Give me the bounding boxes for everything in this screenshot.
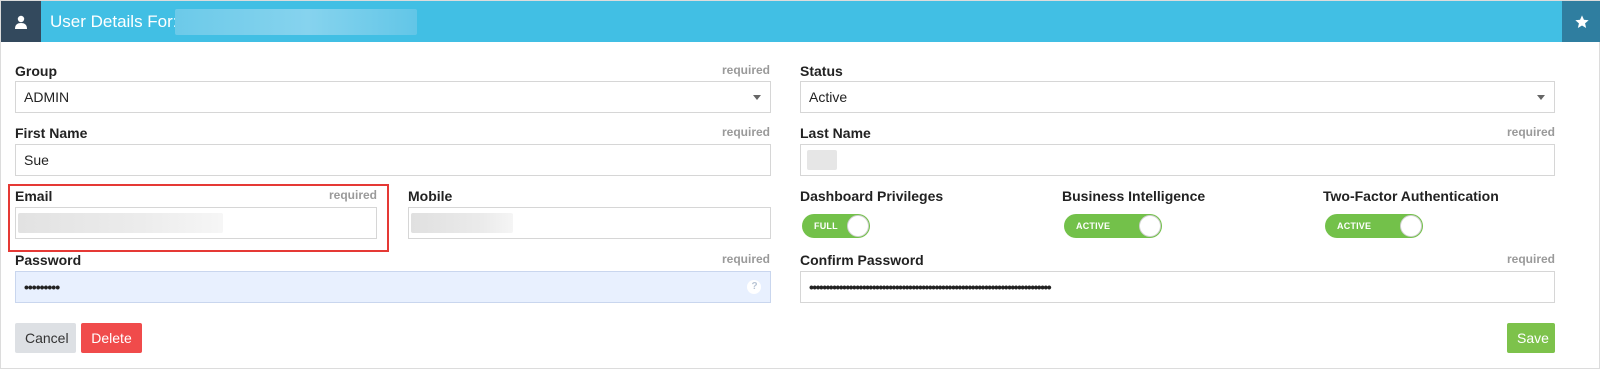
status-value: Active — [809, 89, 848, 105]
last-name-input[interactable] — [800, 144, 1555, 176]
confirm-password-required: required — [1506, 252, 1555, 266]
two-factor-label: Two-Factor Authentication — [1323, 188, 1499, 204]
cancel-button[interactable]: Cancel — [15, 323, 76, 353]
page-title: User Details For: — [50, 12, 178, 31]
chevron-down-icon — [1537, 95, 1545, 100]
delete-button[interactable]: Delete — [81, 323, 142, 353]
group-required: required — [721, 63, 770, 77]
mobile-input[interactable] — [408, 207, 771, 239]
redacted-last-name — [807, 150, 837, 170]
help-icon[interactable]: ? — [747, 280, 761, 294]
first-name-label: First Name — [15, 125, 88, 141]
business-intelligence-toggle[interactable]: ACTIVE — [1064, 214, 1162, 238]
save-button[interactable]: Save — [1507, 323, 1555, 353]
confirm-password-label: Confirm Password — [800, 252, 924, 268]
group-select[interactable]: ADMIN — [15, 81, 771, 113]
password-label: Password — [15, 252, 82, 268]
panel-header: User Details For: — [1, 1, 1600, 42]
business-intelligence-label: Business Intelligence — [1062, 188, 1206, 204]
status-select[interactable]: Active — [800, 81, 1555, 113]
dashboard-privileges-value: FULL — [814, 221, 838, 231]
confirm-password-input[interactable]: ••••••••••••••••••••••••••••••••••••••••… — [800, 271, 1555, 303]
toggle-knob — [1139, 215, 1161, 237]
password-value: ••••••••• — [24, 279, 60, 295]
user-details-panel: User Details For: Group required ADMIN S… — [0, 0, 1600, 369]
two-factor-toggle[interactable]: ACTIVE — [1325, 214, 1423, 238]
redacted-mobile — [411, 213, 513, 233]
dashboard-privileges-label: Dashboard Privileges — [800, 188, 944, 204]
toggle-knob — [1400, 215, 1422, 237]
status-label: Status — [800, 63, 843, 79]
redacted-user-name — [175, 9, 417, 35]
dashboard-privileges-toggle[interactable]: FULL — [802, 214, 870, 238]
business-intelligence-value: ACTIVE — [1076, 221, 1111, 231]
two-factor-value: ACTIVE — [1337, 221, 1372, 231]
password-required: required — [721, 252, 770, 266]
group-label: Group — [15, 63, 57, 79]
user-icon — [1, 1, 41, 42]
mobile-label: Mobile — [408, 188, 453, 204]
first-name-required: required — [721, 125, 770, 139]
chevron-down-icon — [753, 95, 761, 100]
email-highlight-box — [8, 184, 389, 252]
last-name-required: required — [1506, 125, 1555, 139]
password-input[interactable]: ••••••••• ? — [15, 271, 771, 303]
star-icon[interactable] — [1562, 1, 1600, 42]
first-name-input[interactable]: Sue — [15, 144, 771, 176]
last-name-label: Last Name — [800, 125, 871, 141]
toggle-knob — [847, 215, 869, 237]
group-value: ADMIN — [24, 89, 70, 105]
